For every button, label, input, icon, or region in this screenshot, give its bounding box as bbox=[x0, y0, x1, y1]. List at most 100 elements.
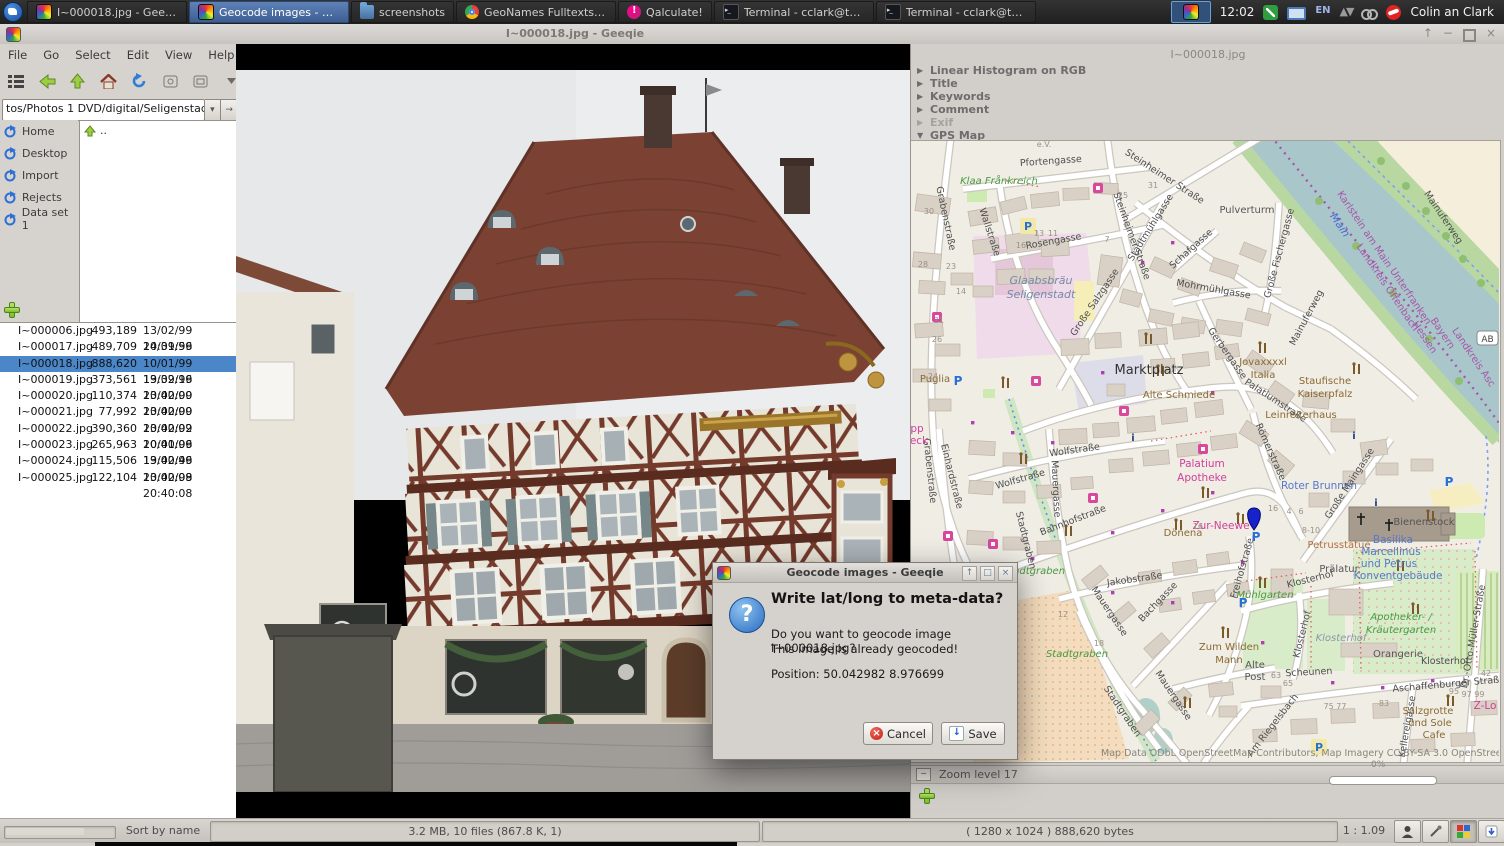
cancel-label: Cancel bbox=[887, 727, 926, 741]
shortcut-desktop[interactable]: Desktop bbox=[0, 142, 78, 164]
svg-text:65: 65 bbox=[1283, 679, 1293, 688]
exif-rotate-button[interactable] bbox=[1394, 820, 1421, 843]
chrome-icon bbox=[465, 5, 479, 19]
terminal-icon bbox=[885, 4, 901, 20]
keyboard-layout-indicator[interactable]: EN bbox=[1315, 5, 1330, 20]
taskbar-window-terminal-cclark-talltr[interactable]: Terminal - cclark@talltr... bbox=[714, 1, 874, 23]
bookmark-icon bbox=[4, 147, 17, 160]
svg-text:7: 7 bbox=[1104, 235, 1109, 244]
file-row-i-000019-jpg[interactable]: I~000019.jpg373,56113/02/99 20:40:00 bbox=[0, 372, 236, 388]
svg-text:11: 11 bbox=[1048, 229, 1058, 238]
cancel-button[interactable]: × Cancel bbox=[863, 722, 933, 745]
save-button[interactable]: ↓ Save bbox=[941, 722, 1005, 745]
write-metadata-button[interactable] bbox=[1478, 820, 1504, 843]
app-menu-button[interactable] bbox=[0, 0, 26, 24]
taskbar-highlighted-item[interactable] bbox=[1171, 1, 1211, 23]
svg-text:75 77: 75 77 bbox=[1324, 702, 1347, 711]
svg-text:Marcellinus: Marcellinus bbox=[1361, 546, 1420, 558]
svg-text:Kräutergarten: Kräutergarten bbox=[1366, 625, 1436, 636]
file-row-i-000017-jpg[interactable]: I~000017.jpg489,70914/01/99 19:55:42 bbox=[0, 339, 236, 355]
section-exif[interactable]: ▶Exif bbox=[917, 116, 1497, 129]
file-row-i-000021-jpg[interactable]: I~000021.jpg77,99213/02/99 20:40:02 bbox=[0, 404, 236, 420]
svg-text:Glaabsbräu: Glaabsbräu bbox=[1010, 274, 1073, 287]
svg-text:21: 21 bbox=[934, 316, 944, 325]
chevron-right-icon: ▶ bbox=[917, 79, 925, 88]
clock: 12:02 bbox=[1220, 5, 1255, 19]
svg-text:P: P bbox=[954, 374, 963, 388]
collapse-icon[interactable]: − bbox=[916, 768, 931, 781]
updates-tray-icon[interactable] bbox=[1263, 5, 1278, 20]
color-management-button[interactable] bbox=[1450, 820, 1477, 843]
zoom-ratio[interactable]: 1 : 1.09 bbox=[1338, 821, 1390, 840]
home-button[interactable] bbox=[98, 70, 119, 92]
window-titlebar[interactable]: I~000018.jpg - Geeqie ↑ − × bbox=[0, 24, 1504, 45]
dialog-titlebar[interactable]: Geocode images - Geeqie ↑ □ × bbox=[713, 563, 1017, 583]
file-row-i-000006-jpg[interactable]: I~000006.jpg493,18913/02/99 20:39:56 bbox=[0, 323, 236, 339]
shade-button[interactable]: ↑ bbox=[1423, 26, 1433, 42]
view-list-button[interactable] bbox=[6, 70, 27, 92]
taskbar-window-i-000018-jpg-geeqie[interactable]: I~000018.jpg - Geeqie bbox=[27, 1, 187, 23]
svg-text:Italia: Italia bbox=[1251, 370, 1276, 381]
connection-tray-icon[interactable] bbox=[1361, 5, 1377, 20]
svg-text:Marktplatz: Marktplatz bbox=[1115, 363, 1184, 378]
file-row-i-000018-jpg[interactable]: I~000018.jpg888,62010/01/99 19:39:16 bbox=[0, 356, 236, 372]
sort-mode[interactable]: Sort by name bbox=[118, 821, 208, 840]
file-row-i-000024-jpg[interactable]: I~000024.jpg115,50613/02/99 20:40:08 bbox=[0, 453, 236, 469]
notification-tray-icon[interactable] bbox=[1386, 5, 1401, 20]
svg-text:30: 30 bbox=[924, 207, 934, 216]
network-tray-icon[interactable]: ▲▼ bbox=[1340, 5, 1353, 20]
map-progress-bar bbox=[1329, 776, 1437, 785]
minimize-button[interactable]: − bbox=[1443, 26, 1453, 42]
chevron-right-icon: ▶ bbox=[917, 105, 925, 114]
up-button[interactable] bbox=[68, 70, 89, 92]
back-button[interactable] bbox=[37, 70, 58, 92]
svg-text:Salzgrotte: Salzgrotte bbox=[1403, 706, 1454, 717]
dialog-close-button[interactable]: × bbox=[998, 566, 1013, 581]
taskbar-window-terminal-cclark-talltr[interactable]: Terminal - cclark@talltr... bbox=[876, 1, 1036, 23]
section-comment[interactable]: ▶Comment bbox=[917, 103, 1497, 116]
add-section-button[interactable] bbox=[919, 788, 935, 804]
bookmark-icon bbox=[4, 213, 17, 226]
svg-text:18: 18 bbox=[1094, 639, 1104, 648]
refresh-button[interactable] bbox=[129, 70, 150, 92]
folder-up-entry[interactable]: .. bbox=[80, 121, 237, 140]
close-button[interactable]: × bbox=[1486, 26, 1496, 42]
path-input[interactable]: tos/Photos 1 DVD/digital/Seligenstadt bbox=[2, 99, 205, 121]
svg-text:31: 31 bbox=[1148, 181, 1158, 190]
display-tray-icon[interactable] bbox=[1287, 7, 1306, 20]
svg-text:16: 16 bbox=[1193, 522, 1203, 531]
taskbar-window-screenshots[interactable]: screenshots bbox=[351, 1, 454, 23]
dialog-line2: This image is already geocoded! bbox=[771, 642, 958, 656]
svg-text:und Sole: und Sole bbox=[1408, 718, 1452, 729]
section-linear-histogram-on-rgb[interactable]: ▶Linear Histogram on RGB bbox=[917, 64, 1497, 77]
file-row-i-000022-jpg[interactable]: I~000022.jpg390,36013/02/99 20:40:06 bbox=[0, 421, 236, 437]
svg-text:Leinreiterhaus: Leinreiterhaus bbox=[1265, 410, 1337, 421]
file-row-i-000020-jpg[interactable]: I~000020.jpg110,37413/02/99 20:40:00 bbox=[0, 388, 236, 404]
taskbar-window-geocode-images-gee[interactable]: Geocode images - Gee... bbox=[189, 1, 349, 23]
path-dropdown-button[interactable]: ▾ bbox=[205, 99, 222, 121]
file-row-i-000023-jpg[interactable]: I~000023.jpg265,96310/01/99 19:40:46 bbox=[0, 437, 236, 453]
app-menu-icon bbox=[3, 2, 23, 22]
float-toggle-button[interactable] bbox=[160, 70, 181, 92]
dialog-maximize-button[interactable]: □ bbox=[980, 566, 995, 581]
shortcut-import[interactable]: Import bbox=[0, 164, 78, 186]
svg-text:95: 95 bbox=[1449, 687, 1459, 696]
file-row-i-000025-jpg[interactable]: I~000025.jpg122,10413/02/99 20:40:08 bbox=[0, 470, 236, 486]
svg-text:16: 16 bbox=[1016, 241, 1026, 250]
svg-text:24: 24 bbox=[928, 372, 938, 381]
cancel-icon: × bbox=[870, 727, 883, 740]
shortcut-home[interactable]: Home bbox=[0, 120, 78, 142]
section-keywords[interactable]: ▶Keywords bbox=[917, 90, 1497, 103]
dialog-shade-button[interactable]: ↑ bbox=[962, 566, 977, 581]
shortcut-rejects[interactable]: Rejects bbox=[0, 186, 78, 208]
add-shortcut-button[interactable] bbox=[4, 302, 20, 318]
taskbar-window-geonames-fulltextsear[interactable]: GeoNames Fulltextsear... bbox=[456, 1, 616, 23]
dialog-window-controls: ↑ □ × bbox=[962, 566, 1013, 581]
section-title[interactable]: ▶Title bbox=[917, 77, 1497, 90]
color-picker-button[interactable] bbox=[1422, 820, 1449, 843]
maximize-button[interactable] bbox=[1463, 29, 1476, 42]
svg-text:Orangerie: Orangerie bbox=[1373, 649, 1423, 660]
taskbar-window-qalculate[interactable]: Qalculate! bbox=[618, 1, 712, 23]
shortcut-data-set-1[interactable]: Data set 1 bbox=[0, 208, 78, 230]
split-toggle-button[interactable] bbox=[191, 70, 212, 92]
